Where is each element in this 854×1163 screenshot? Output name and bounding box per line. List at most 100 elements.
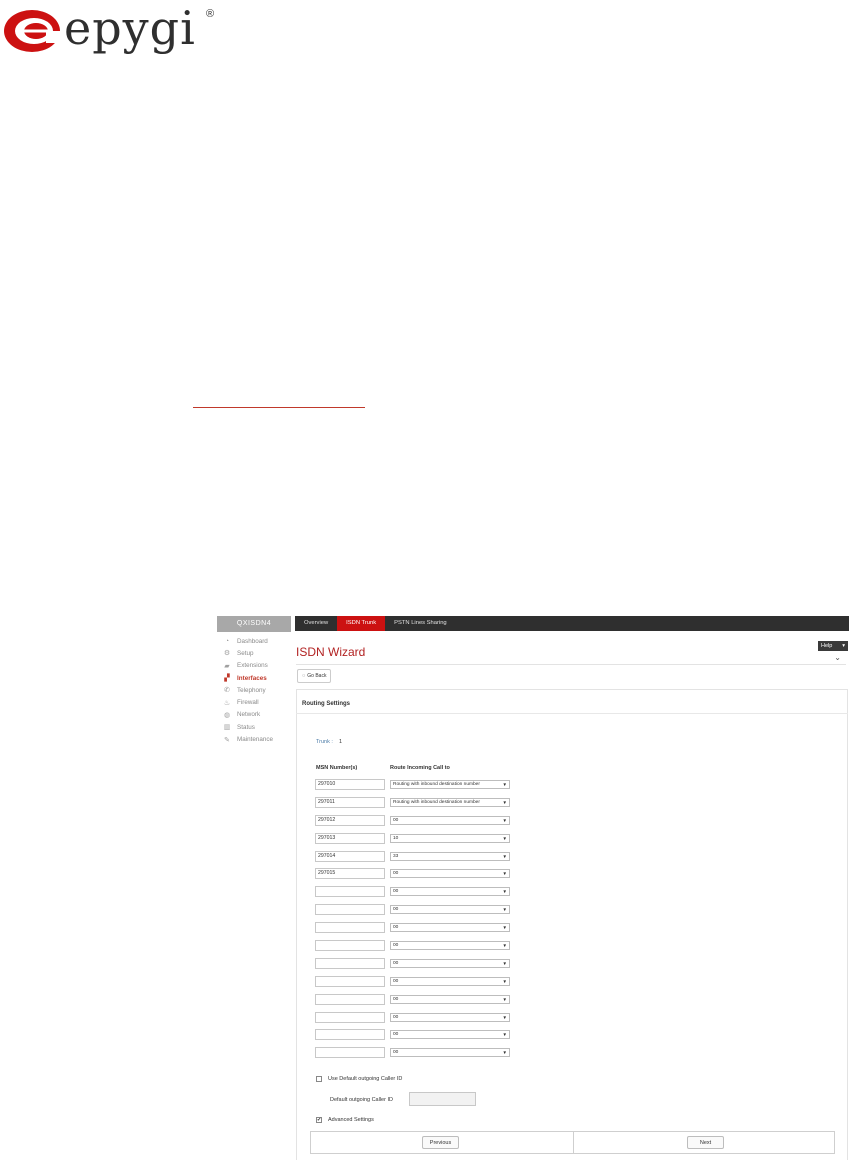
msn-column-header: MSN Number(s): [316, 765, 358, 771]
msn-input[interactable]: 297014: [315, 850, 385, 862]
sidebar-menu: ◔ Dashboard ⚙ Setup ▰ Extensions ▞ Interface…: [217, 635, 291, 746]
msn-input[interactable]: 297012: [315, 814, 385, 826]
caret-down-icon: ▼: [502, 1032, 507, 1038]
msn-input[interactable]: [315, 993, 385, 1005]
msn-input[interactable]: 297013: [315, 832, 385, 844]
table-row: 00 ▼: [315, 922, 515, 940]
chart-icon: ▥: [223, 724, 231, 732]
caret-down-icon: ▼: [502, 1050, 507, 1056]
sidebar-item-network[interactable]: ◍ Network: [217, 709, 291, 721]
msn-input[interactable]: [315, 886, 385, 898]
advanced-settings-label: Advanced Settings: [328, 1117, 374, 1123]
web-ui-screenshot: QXISDN4 ◔ Dashboard ⚙ Setup ▰ Extensions ▞ I…: [217, 616, 849, 1160]
help-chevron-icon: ▾: [842, 643, 845, 649]
route-select[interactable]: 00 ▼: [390, 905, 510, 915]
chevron-down-icon[interactable]: ⌄: [834, 653, 841, 662]
help-button[interactable]: Help ▾: [818, 641, 848, 651]
caret-down-icon: ▼: [502, 1014, 507, 1020]
sidebar-item-maintenance[interactable]: ✎ Maintenance: [217, 733, 291, 745]
logo-text: epygi: [64, 1, 196, 55]
caret-down-icon: ▼: [502, 799, 507, 805]
route-select[interactable]: Routing with inbound destination number ▼: [390, 797, 510, 807]
flame-icon: ♨: [223, 699, 231, 707]
table-row: 297013 10 ▼: [315, 832, 515, 851]
sidebar-item-interfaces[interactable]: ▞ Interfaces: [217, 672, 291, 684]
route-select[interactable]: 00 ▼: [390, 1048, 510, 1058]
table-row: 297011 Routing with inbound destination n…: [315, 796, 515, 815]
device-name: QXISDN4: [217, 616, 291, 632]
sidebar-item-extensions[interactable]: ▰ Extensions: [217, 660, 291, 672]
title-divider: [296, 664, 846, 665]
tab-overview[interactable]: Overview: [295, 616, 337, 631]
sidebar-item-telephony[interactable]: ✆ Telephony: [217, 684, 291, 696]
caret-down-icon: ▼: [502, 889, 507, 895]
next-button[interactable]: Next: [687, 1136, 724, 1149]
route-select[interactable]: 00 ▼: [390, 994, 510, 1004]
table-row: 297012 00 ▼: [315, 814, 515, 833]
table-row: 00 ▼: [315, 957, 515, 976]
table-row: 00 ▼: [315, 1047, 515, 1065]
tab-pstn-lines-sharing[interactable]: PSTN Lines Sharing: [385, 616, 456, 631]
route-select[interactable]: Routing with inbound destination number ▼: [390, 780, 510, 789]
document-link-underline: [193, 407, 365, 408]
use-default-caller-id-checkbox[interactable]: [316, 1076, 322, 1082]
route-select[interactable]: 00 ▼: [390, 958, 510, 968]
button-bar-divider: [573, 1132, 574, 1153]
caret-down-icon: ▼: [502, 960, 507, 966]
caret-down-icon: ▼: [502, 835, 507, 841]
msn-input[interactable]: [315, 922, 385, 934]
table-row: 297010 Routing with inbound destination n…: [315, 779, 515, 797]
caret-down-icon: ▼: [502, 907, 507, 913]
advanced-settings-checkbox[interactable]: ✔: [316, 1117, 322, 1123]
msn-input[interactable]: [315, 904, 385, 916]
help-label: Help: [821, 643, 833, 649]
default-caller-id-input[interactable]: [409, 1092, 476, 1106]
table-row: 00 ▼: [315, 940, 515, 958]
route-select[interactable]: 33 ▼: [390, 851, 510, 861]
table-row: 297015 00 ▼: [315, 868, 515, 886]
caret-down-icon: ▼: [502, 978, 507, 984]
previous-button[interactable]: Previous: [422, 1136, 459, 1149]
tab-isdn-trunk[interactable]: ISDN Trunk: [337, 616, 386, 631]
book-icon: ▰: [224, 662, 230, 670]
go-back-button[interactable]: ◌ Go Back: [297, 669, 332, 683]
msn-input[interactable]: [315, 957, 385, 969]
msn-input[interactable]: 297011: [315, 796, 385, 808]
route-select[interactable]: 00 ▼: [390, 815, 510, 825]
table-row: 00 ▼: [315, 1029, 515, 1047]
table-row: 00 ▼: [315, 886, 515, 904]
route-select[interactable]: 00 ▼: [390, 1030, 510, 1040]
route-select[interactable]: 00 ▼: [390, 976, 510, 986]
route-select[interactable]: 00 ▼: [390, 887, 510, 897]
route-select[interactable]: 00 ▼: [390, 869, 510, 879]
gear-icon: ⚙: [223, 650, 231, 658]
section-divider: [296, 713, 848, 714]
sidebar-item-setup[interactable]: ⚙ Setup: [217, 647, 291, 659]
msn-input[interactable]: [315, 975, 385, 987]
sidebar-item-firewall[interactable]: ♨ Firewall: [217, 696, 291, 708]
sidebar-item-status[interactable]: ▥ Status: [217, 721, 291, 733]
msn-input[interactable]: 297015: [315, 868, 385, 880]
msn-input[interactable]: [315, 940, 385, 952]
route-select[interactable]: 00 ▼: [390, 1012, 510, 1022]
page-title: ISDN Wizard: [296, 645, 366, 659]
epygi-logo: epygi ®: [2, 1, 232, 56]
epygi-swirl-icon: [4, 10, 62, 52]
msn-input[interactable]: [315, 1047, 385, 1059]
caret-down-icon: ▼: [502, 925, 507, 931]
sidebar-item-dashboard[interactable]: ◔ Dashboard: [217, 635, 291, 647]
section-title: Routing Settings: [302, 701, 350, 707]
table-row: 00 ▼: [315, 904, 515, 922]
caret-down-icon: ▼: [502, 943, 507, 949]
msn-input[interactable]: [315, 1011, 385, 1023]
dashboard-icon: ◔: [224, 637, 230, 645]
caret-down-icon: ▼: [502, 782, 507, 787]
route-select[interactable]: 00 ▼: [390, 941, 510, 951]
route-select[interactable]: 10 ▼: [390, 833, 510, 843]
route-select[interactable]: 00 ▼: [390, 923, 510, 933]
msn-input[interactable]: 297010: [315, 779, 385, 790]
back-circle-icon: ◌: [302, 673, 306, 679]
phone-icon: ✆: [224, 687, 230, 695]
registered-mark: ®: [206, 8, 215, 20]
msn-input[interactable]: [315, 1029, 385, 1041]
